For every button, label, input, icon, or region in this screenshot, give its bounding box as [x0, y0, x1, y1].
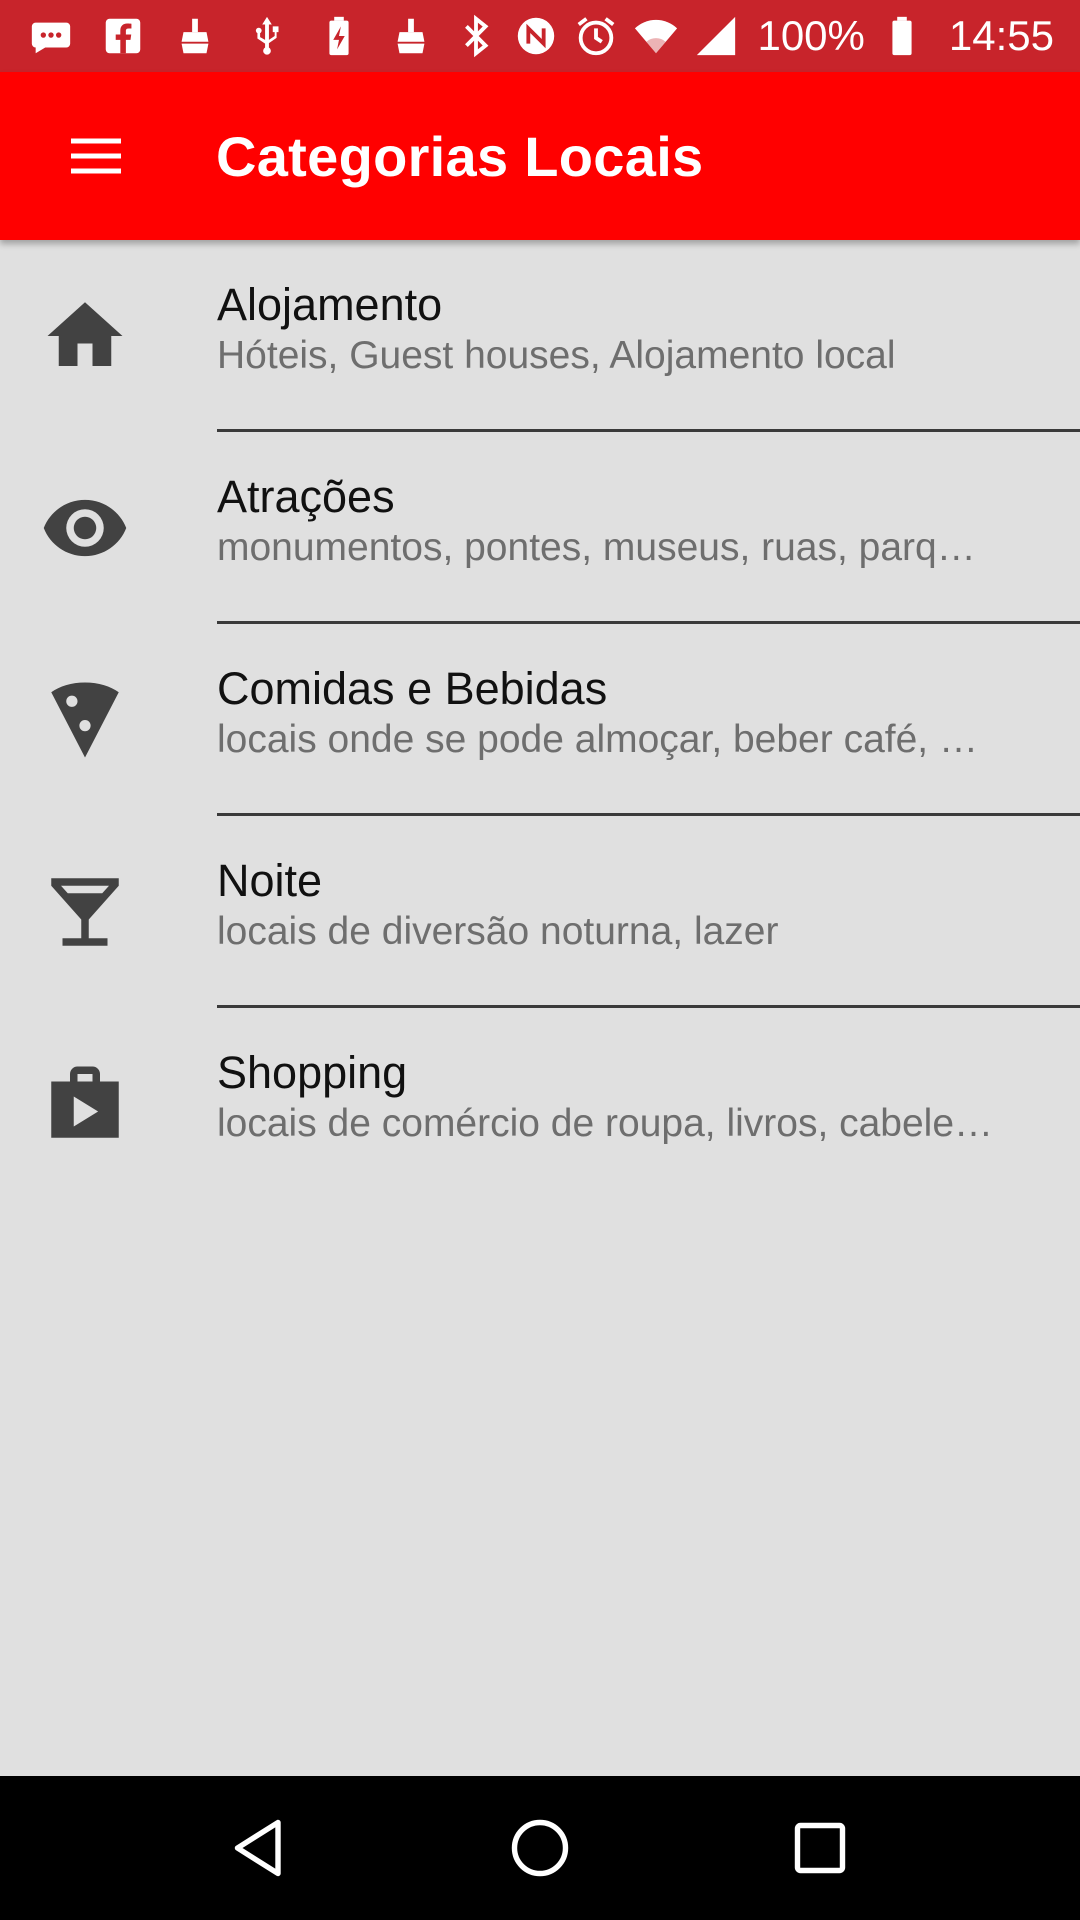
- home-circle-icon: [511, 1819, 569, 1877]
- recents-icon: [794, 1822, 846, 1874]
- system-nav-bar: [0, 1776, 1080, 1920]
- battery-percent: 100%: [757, 12, 865, 59]
- hamburger-menu-icon: [71, 138, 121, 174]
- nfc-icon: [513, 13, 559, 59]
- message-icon: [28, 13, 74, 59]
- clock: 14:55: [948, 12, 1054, 59]
- cleaner-icon: [172, 13, 218, 59]
- back-icon: [234, 1819, 281, 1877]
- cocktail-icon: [40, 867, 130, 957]
- list-item-alojamento[interactable]: Alojamento Hóteis, Guest houses, Alojame…: [0, 240, 1080, 432]
- list-item-shopping[interactable]: Shopping locais de comércio de roupa, li…: [0, 1008, 1080, 1200]
- list-item-title: Noite: [217, 855, 323, 906]
- pizza-icon: [40, 675, 130, 765]
- back-button[interactable]: [212, 1800, 308, 1896]
- list-item-title: Alojamento: [217, 279, 443, 330]
- list-item-subtitle: monumentos, pontes, museus, ruas, parq…: [217, 526, 976, 569]
- list-item-noite[interactable]: Noite locais de diversão noturna, lazer: [0, 816, 1080, 1008]
- list-item-subtitle: Hóteis, Guest houses, Alojamento local: [217, 334, 896, 377]
- list-item-subtitle: locais onde se pode almoçar, beber café,…: [217, 718, 978, 761]
- shopping-bag-icon: [40, 1059, 130, 1149]
- page-title: Categorias Locais: [216, 124, 704, 188]
- list-item-title: Comidas e Bebidas: [217, 663, 608, 714]
- screen: 100% 14:55 Categorias Locais Alojamento: [0, 0, 1080, 1920]
- wifi-icon: [633, 13, 679, 59]
- list-item-title: Atrações: [217, 471, 395, 522]
- status-bar: 100% 14:55: [0, 0, 1080, 72]
- signal-icon: [693, 13, 739, 59]
- facebook-icon: [100, 13, 146, 59]
- menu-button[interactable]: [48, 108, 144, 204]
- eye-icon: [40, 483, 130, 573]
- list-item-subtitle: locais de comércio de roupa, livros, cab…: [217, 1102, 994, 1145]
- battery-icon: [879, 13, 925, 59]
- list-item-subtitle: locais de diversão noturna, lazer: [217, 910, 779, 953]
- home-button[interactable]: [492, 1800, 588, 1896]
- usb-icon: [244, 13, 290, 59]
- battery-charging-icon: [316, 13, 362, 59]
- cleaner-icon: [388, 13, 434, 59]
- list-item-atracoes[interactable]: Atrações monumentos, pontes, museus, rua…: [0, 432, 1080, 624]
- home-icon: [40, 291, 130, 381]
- alarm-icon: [573, 13, 619, 59]
- app-bar: Categorias Locais: [0, 72, 1080, 240]
- recents-button[interactable]: [772, 1800, 868, 1896]
- list-item-title: Shopping: [217, 1047, 408, 1098]
- bluetooth-icon: [453, 13, 499, 59]
- list-item-comidas-e-bebidas[interactable]: Comidas e Bebidas locais onde se pode al…: [0, 624, 1080, 816]
- category-list: Alojamento Hóteis, Guest houses, Alojame…: [0, 240, 1080, 1200]
